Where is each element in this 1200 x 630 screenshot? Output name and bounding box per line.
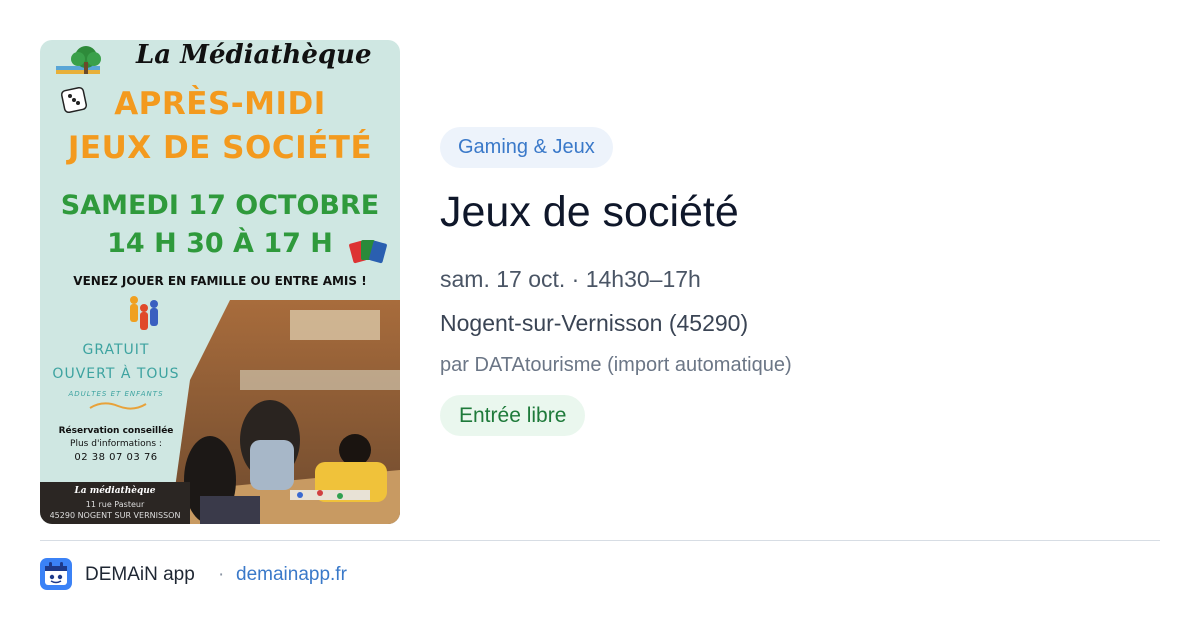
event-card: La Médiathèque APRÈS-MIDI JEUX DE SOCIÉT… [0, 0, 1200, 630]
poster-adultes: ADULTES ET ENFANTS [68, 390, 164, 398]
poster-reservation: Réservation conseillée [58, 426, 174, 436]
poster-footer-name: La médiathèque [74, 486, 156, 496]
category-badge[interactable]: Gaming & Jeux [440, 127, 613, 168]
event-author: par DATAtourisme (import automatique) [440, 354, 792, 376]
footer-separator: · [218, 564, 225, 585]
poster-time: 14 H 30 À 17 H [107, 228, 333, 259]
event-poster-image[interactable]: La Médiathèque APRÈS-MIDI JEUX DE SOCIÉT… [40, 40, 400, 524]
demain-app-icon[interactable] [40, 558, 72, 590]
mediatheque-logo-icon [56, 46, 101, 74]
poster-tagline: VENEZ JOUER EN FAMILLE OU ENTRE AMIS ! [73, 274, 367, 288]
poster-date: SAMEDI 17 OCTOBRE [60, 190, 380, 221]
poster-footer-address-1: 11 rue Pasteur [85, 500, 145, 509]
playing-cards-icon [349, 240, 387, 264]
poster-footer-address-2: 45290 NOGENT SUR VERNISSON [49, 511, 181, 520]
poster-phone: 02 38 07 03 76 [74, 452, 158, 463]
poster-title: La Médiathèque [136, 40, 372, 70]
poster-headline-2: JEUX DE SOCIÉTÉ [67, 130, 373, 166]
app-domain-link[interactable]: demainapp.fr [236, 563, 347, 587]
poster-info: Plus d'informations : [70, 439, 162, 449]
event-location: Nogent-sur-Vernisson (45290) [440, 310, 749, 336]
squiggle-decoration-icon [89, 402, 147, 410]
app-name: DEMAiN app [85, 564, 195, 585]
poster-headline-1: APRÈS-MIDI [114, 86, 326, 122]
poster-gratuit: GRATUIT [82, 342, 150, 358]
event-title[interactable]: Jeux de société [440, 186, 739, 238]
price-badge: Entrée libre [440, 395, 586, 436]
footer-divider [40, 540, 1160, 541]
poster-ouvert: OUVERT À TOUS [52, 366, 180, 382]
event-datetime: sam. 17 oct. · 14h30–17h [440, 266, 701, 292]
